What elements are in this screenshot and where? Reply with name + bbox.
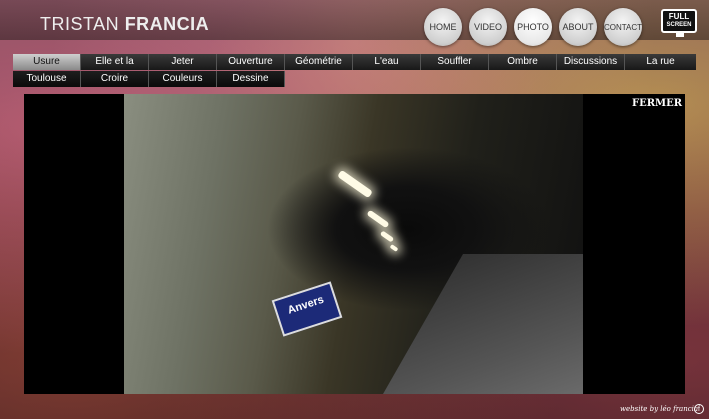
fullscreen-button[interactable]: FULL SCREEN (661, 9, 697, 37)
gallery-tabs-row-2: Toulouse Croire Couleurs Dessine (13, 71, 696, 87)
nav-video-button[interactable]: VIDEO (469, 8, 507, 46)
gallery-tabs-row-1: Usure Elle et la Jeter Ouverture Géométr… (13, 54, 696, 70)
nav-photo-button[interactable]: PHOTO (514, 8, 552, 46)
gallery-tab-usure[interactable]: Usure (13, 54, 81, 70)
gallery-tab-jeter[interactable]: Jeter (149, 54, 217, 70)
photo-tunnel-lamp (389, 244, 399, 252)
gallery-tab-la-rue[interactable]: La rue (625, 54, 696, 70)
photo-tunnel-lamp (366, 209, 390, 229)
photo-platform-floor (383, 254, 583, 394)
logo-last-name: FRANCIA (124, 14, 210, 34)
gallery-tab-toulouse[interactable]: Toulouse (13, 71, 81, 87)
logo-first-name: TRISTAN (40, 14, 120, 34)
gallery-photo[interactable]: Anvers (124, 94, 583, 394)
gallery-tab-ombre[interactable]: Ombre (489, 54, 557, 70)
f-icon[interactable]: f (694, 404, 704, 414)
photo-station-sign: Anvers (271, 281, 343, 337)
gallery-tab-elle-et-la[interactable]: Elle et la (81, 54, 149, 70)
gallery-tab-discussions[interactable]: Discussions (557, 54, 625, 70)
photo-tunnel-lamp (337, 169, 373, 199)
site-logo[interactable]: TRISTAN FRANCIA (40, 14, 209, 35)
gallery-tab-souffler[interactable]: Souffler (421, 54, 489, 70)
nav-contact-button[interactable]: CONTACT (604, 8, 642, 46)
gallery-tab-couleurs[interactable]: Couleurs (149, 71, 217, 87)
fullscreen-label-full: FULL (668, 12, 690, 21)
photo-viewer: Anvers (24, 94, 685, 394)
gallery-tab-leau[interactable]: L'eau (353, 54, 421, 70)
header-bar: TRISTAN FRANCIA (0, 0, 709, 40)
footer-credit[interactable]: website by léo francia (620, 405, 698, 413)
gallery-tab-ouverture[interactable]: Ouverture (217, 54, 285, 70)
nav-home-button[interactable]: HOME (424, 8, 462, 46)
close-button[interactable]: FERMER (632, 98, 682, 109)
photo-tunnel-lamp (379, 230, 395, 243)
gallery-tab-croire[interactable]: Croire (81, 71, 149, 87)
monitor-stand-icon (676, 33, 684, 37)
gallery-tab-geometrie[interactable]: Géométrie (285, 54, 353, 70)
gallery-tab-dessine[interactable]: Dessine (217, 71, 285, 87)
nav-about-button[interactable]: ABOUT (559, 8, 597, 46)
fullscreen-label-screen: SCREEN (666, 22, 692, 28)
